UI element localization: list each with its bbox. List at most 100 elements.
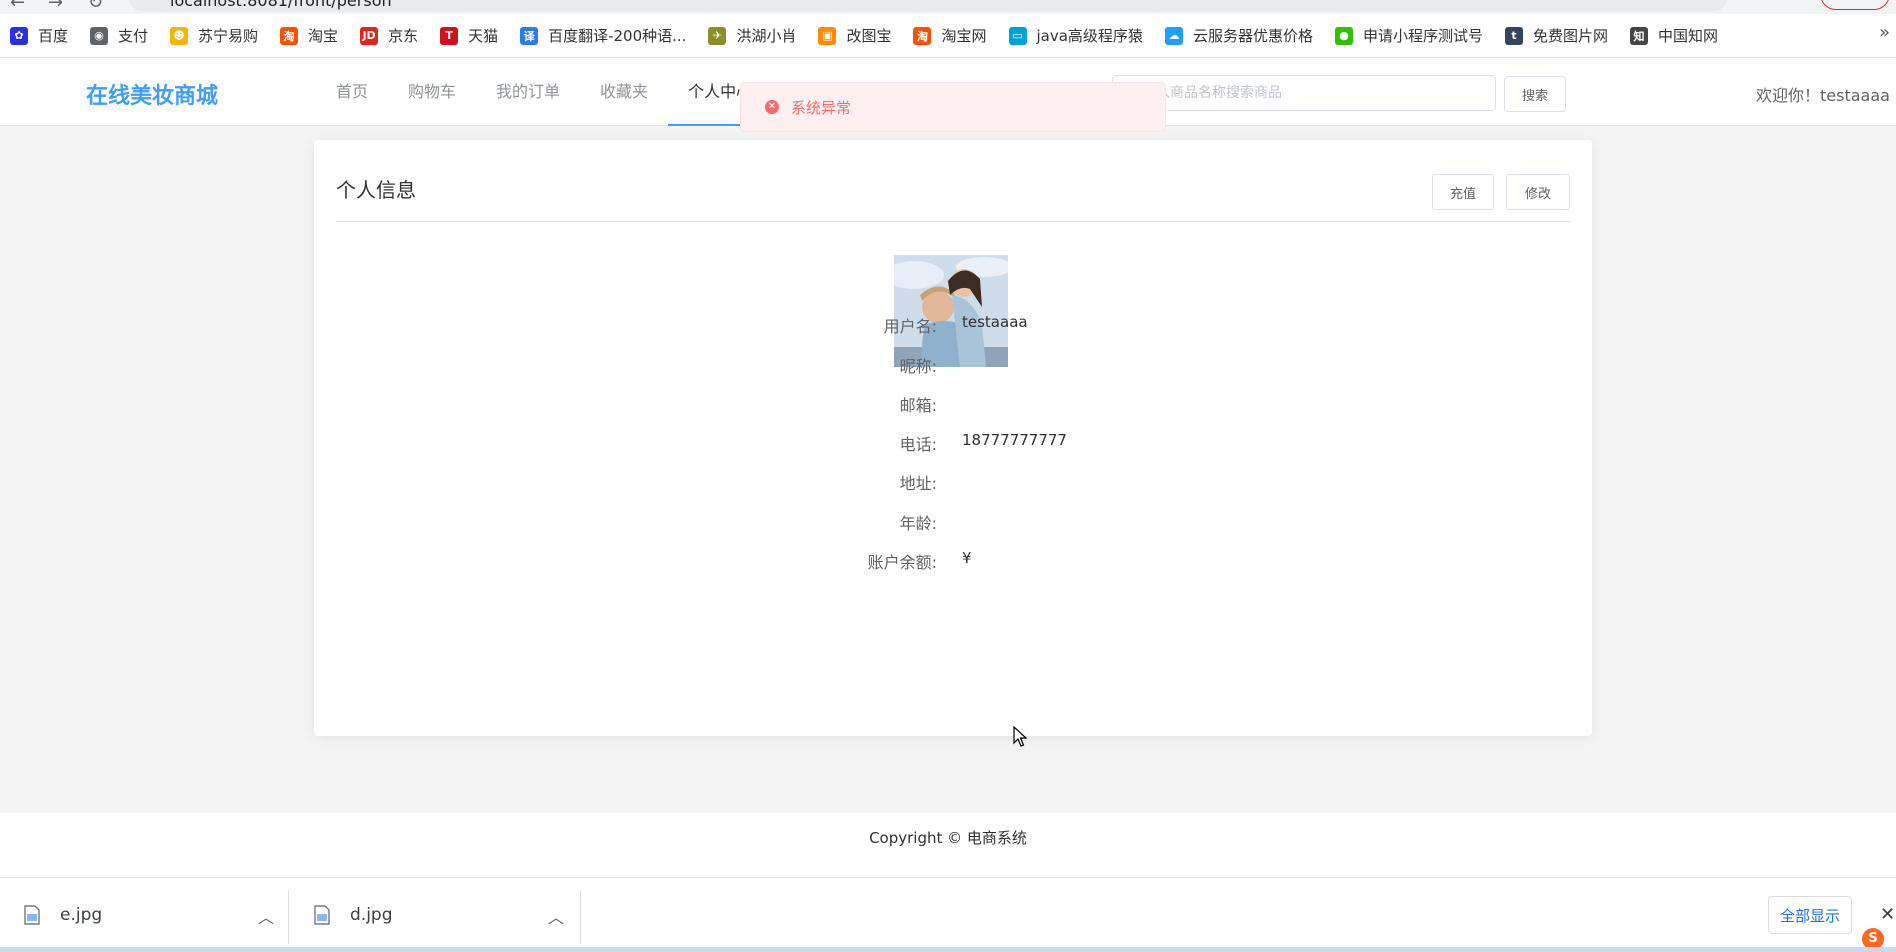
recharge-button[interactable]: 充值 bbox=[1432, 174, 1494, 210]
bookmark-item[interactable]: 知中国知网 bbox=[1629, 25, 1718, 46]
field-label: 邮箱: bbox=[899, 396, 937, 415]
download-item[interactable]: d.jpg ︿ bbox=[296, 890, 584, 940]
bookmarks-bar: ✿ 百度 ◉ 支付 ☻ 苏宁易购淘淘宝 JD 京东 T 天猫译百度翻译-200种语... ✈ 洪湖小肖… bbox=[0, 14, 1896, 58]
suning-icon: ☻ bbox=[170, 26, 189, 45]
browser-toolbar: ← → ↻ localhost:8081/front/person bbox=[0, 0, 1896, 14]
forward-arrow-icon[interactable]: → bbox=[48, 0, 63, 13]
bookmark-item[interactable]: ✿ 百度 bbox=[10, 25, 68, 46]
bookmark-item[interactable]: T 天猫 bbox=[440, 25, 498, 46]
field-label: 地址: bbox=[899, 474, 937, 493]
more-bookmarks-icon[interactable]: » bbox=[1879, 22, 1890, 43]
info-row: 年龄: bbox=[314, 510, 1592, 533]
taobao-net-icon: 淘 bbox=[913, 26, 932, 45]
cloud-icon: ☁ bbox=[1164, 26, 1183, 45]
tumblr-icon: t bbox=[1504, 26, 1523, 45]
bookmark-label: 京东 bbox=[388, 27, 419, 45]
bookmark-label: 云服务器优惠价格 bbox=[1192, 27, 1313, 45]
nav-orders[interactable]: 我的订单 bbox=[476, 58, 580, 126]
update-button[interactable] bbox=[1820, 0, 1890, 10]
bookmark-label: 苏宁易购 bbox=[198, 27, 259, 45]
profile-card: 个人信息 充值 修改 用户名: testaaaa 昵称: 邮箱: 电话: 18777777… bbox=[314, 140, 1592, 736]
bookmark-item[interactable]: ☁ 云服务器优惠价格 bbox=[1164, 25, 1313, 46]
bookmark-item[interactable]: ☻ 苏宁易购 bbox=[170, 25, 258, 46]
download-filename: d.jpg bbox=[350, 905, 393, 925]
field-label: 电话: bbox=[899, 435, 937, 454]
field-value: 18777777777 bbox=[962, 431, 1067, 449]
info-row: 用户名: testaaaa bbox=[314, 313, 1592, 336]
search-input[interactable] bbox=[1112, 75, 1496, 111]
bookmark-item[interactable]: JD 京东 bbox=[360, 25, 418, 46]
field-label: 用户名: bbox=[883, 317, 937, 336]
info-row: 邮箱: bbox=[314, 392, 1592, 415]
bookmark-label: 申请小程序测试号 bbox=[1362, 27, 1483, 45]
mouse-cursor-icon bbox=[1013, 726, 1027, 747]
divider bbox=[580, 890, 581, 944]
bookmark-label: java高级程序猿 bbox=[1036, 27, 1143, 45]
taskbar-edge bbox=[0, 947, 1896, 952]
nav-cart[interactable]: 购物车 bbox=[388, 58, 476, 126]
bookmark-label: 洪湖小肖 bbox=[736, 27, 797, 45]
image-file-icon bbox=[314, 905, 330, 925]
chevron-up-icon[interactable]: ︿ bbox=[258, 904, 274, 928]
bookmark-label: 天猫 bbox=[468, 27, 499, 45]
jd-icon: JD bbox=[360, 26, 379, 45]
bookmark-item[interactable]: 译百度翻译-200种语... bbox=[520, 25, 686, 46]
avatar bbox=[894, 255, 1008, 367]
nav-favorites[interactable]: 收藏夹 bbox=[580, 58, 668, 126]
wechat-icon: ● bbox=[1334, 26, 1353, 45]
address-bar-url: localhost:8081/front/person bbox=[170, 0, 392, 10]
field-value: testaaaa bbox=[962, 313, 1028, 331]
bookmark-label: 百度翻译-200种语... bbox=[548, 27, 687, 45]
info-row: 昵称: bbox=[314, 353, 1592, 376]
info-row: 电话: 18777777777 bbox=[314, 431, 1592, 454]
field-value: ¥ bbox=[962, 549, 972, 567]
tmall-icon: T bbox=[440, 26, 459, 45]
download-shelf: e.jpg ︿ d.jpg ︿ 全部显示 ✕ S bbox=[0, 877, 1896, 952]
site-logo[interactable]: 在线美妆商城 bbox=[86, 78, 218, 110]
bookmark-item[interactable]: t 免费图片网 bbox=[1504, 25, 1608, 46]
baidu-icon: ✿ bbox=[10, 26, 28, 45]
bookmark-item[interactable]: ✈ 洪湖小肖 bbox=[708, 25, 796, 46]
bookmark-item[interactable]: ▣ 改图宝 bbox=[818, 25, 891, 46]
cnki-icon: 知 bbox=[1629, 26, 1648, 45]
main-nav: 首页 购物车 我的订单 收藏夹 个人中心 bbox=[316, 58, 773, 126]
bookmark-label: 百度 bbox=[38, 27, 69, 45]
bookmark-item[interactable]: ● 申请小程序测试号 bbox=[1334, 25, 1483, 46]
show-all-downloads-button[interactable]: 全部显示 bbox=[1768, 896, 1852, 934]
error-message: ✕ 系统异常 bbox=[740, 82, 1166, 132]
field-label: 年龄: bbox=[899, 514, 937, 533]
edit-button[interactable]: 修改 bbox=[1506, 174, 1570, 210]
bookmark-label: 中国知网 bbox=[1657, 27, 1718, 45]
bookmark-label: 淘宝网 bbox=[941, 27, 987, 45]
bird-icon: ✈ bbox=[708, 26, 727, 45]
bilibili-icon: ▭ bbox=[1008, 26, 1027, 45]
bookmark-label: 免费图片网 bbox=[1532, 27, 1608, 45]
bookmark-item[interactable]: 淘淘宝 bbox=[280, 25, 338, 46]
reload-icon[interactable]: ↻ bbox=[88, 0, 103, 13]
download-item[interactable]: e.jpg ︿ bbox=[6, 890, 294, 940]
copyright-text: Copyright © 电商系统 bbox=[869, 829, 1027, 847]
download-filename: e.jpg bbox=[60, 905, 103, 925]
translate-icon: 译 bbox=[520, 26, 539, 45]
bookmark-label: 改图宝 bbox=[846, 27, 892, 45]
bookmark-label: 淘宝 bbox=[308, 27, 339, 45]
error-icon: ✕ bbox=[765, 100, 779, 114]
nav-home[interactable]: 首页 bbox=[316, 58, 388, 126]
close-icon[interactable]: ✕ bbox=[1880, 904, 1895, 925]
gaitubao-icon: ▣ bbox=[818, 26, 837, 45]
chevron-up-icon[interactable]: ︿ bbox=[548, 904, 564, 928]
info-row: 账户余额: ¥ bbox=[314, 549, 1592, 572]
bookmark-item[interactable]: ◉ 支付 bbox=[90, 25, 148, 46]
field-label: 昵称: bbox=[899, 357, 937, 376]
bookmark-label: 支付 bbox=[118, 27, 149, 45]
page-title: 个人信息 bbox=[336, 178, 416, 202]
user-menu[interactable]: 欢迎你！testaaaa ﹀ bbox=[1756, 82, 1896, 106]
bookmark-item[interactable]: ▭ java高级程序猿 bbox=[1008, 25, 1143, 46]
search-button[interactable]: 搜索 bbox=[1504, 76, 1566, 112]
welcome-text: 欢迎你！testaaaa bbox=[1756, 86, 1890, 105]
taobao-icon: 淘 bbox=[280, 26, 299, 45]
error-message-text: 系统异常 bbox=[791, 98, 852, 117]
bookmark-item[interactable]: 淘淘宝网 bbox=[913, 25, 987, 46]
back-arrow-icon[interactable]: ← bbox=[10, 0, 25, 13]
divider bbox=[288, 890, 289, 944]
